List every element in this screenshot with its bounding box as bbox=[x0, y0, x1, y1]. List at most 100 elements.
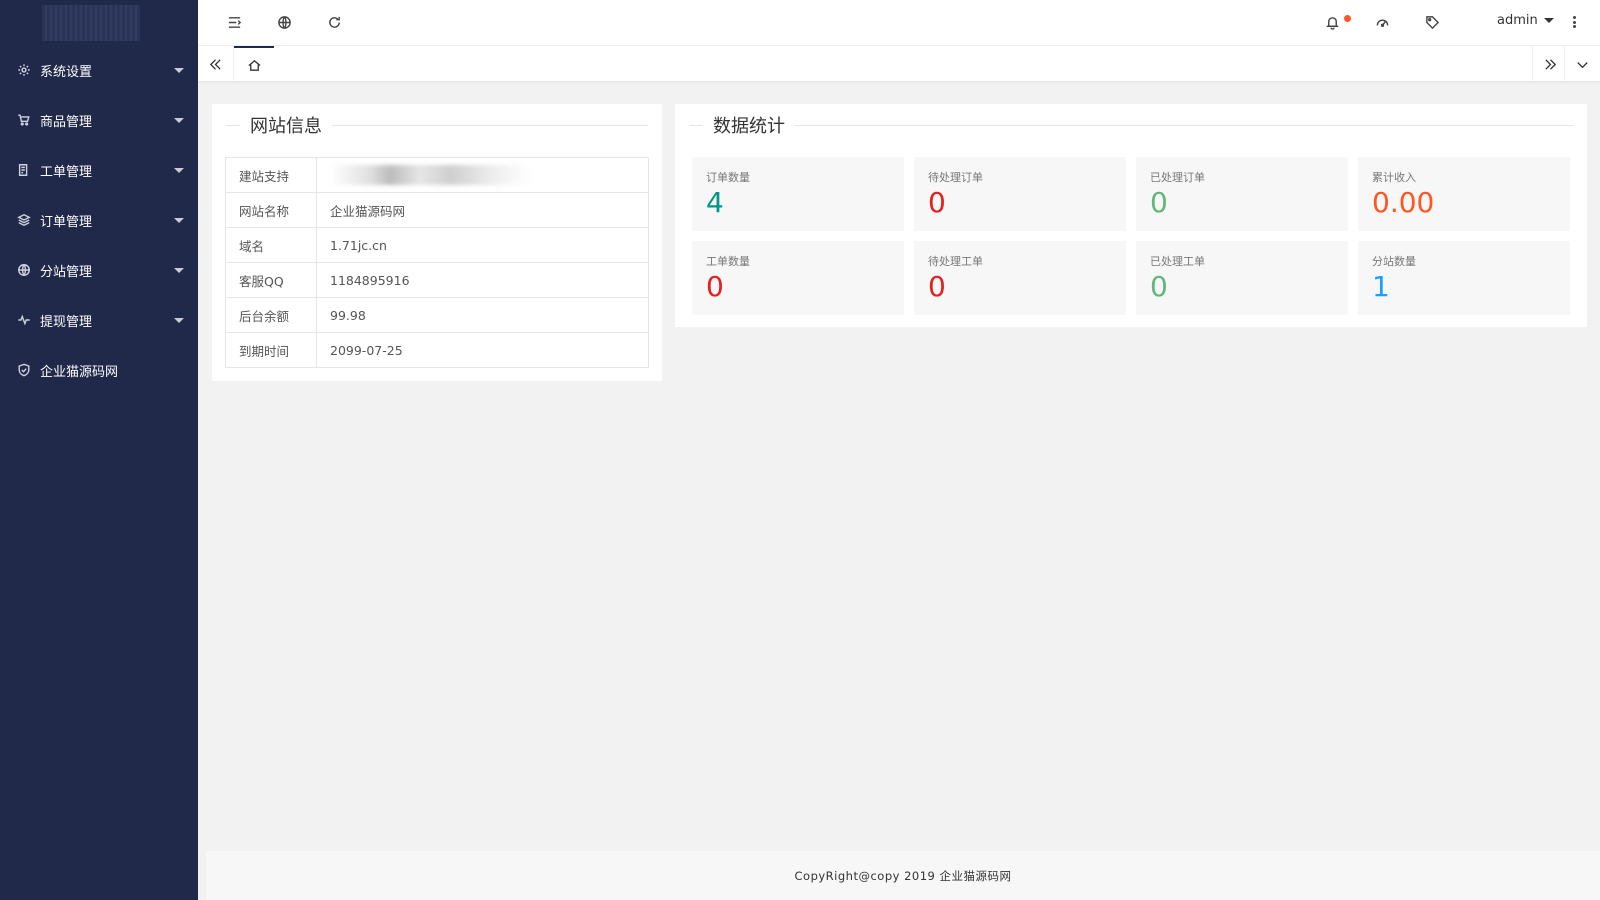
stat-value: 0 bbox=[928, 270, 946, 303]
footer-copyright: CopyRight@copy 2019 企业猫源码网 bbox=[794, 868, 1012, 883]
menu-toggle-icon[interactable] bbox=[226, 14, 243, 31]
stat-value: 0 bbox=[928, 186, 946, 219]
user-menu[interactable]: admin bbox=[1497, 13, 1554, 28]
tab-bar bbox=[198, 45, 1600, 82]
sidebar-item-4[interactable]: 订单管理 bbox=[0, 195, 198, 245]
info-key: 建站支持 bbox=[225, 157, 317, 193]
tag-icon[interactable] bbox=[1424, 14, 1441, 31]
caret-down-icon bbox=[174, 168, 184, 173]
caret-down-icon bbox=[174, 118, 184, 123]
info-value: 2099-07-25 bbox=[316, 332, 649, 368]
more-vertical-icon[interactable] bbox=[1570, 14, 1578, 30]
stat-label: 待处理订单 bbox=[928, 171, 983, 184]
info-value: 1.71jc.cn bbox=[316, 227, 649, 263]
table-row: 到期时间 2099-07-25 bbox=[225, 332, 649, 368]
stat-card: 待处理订单 0 bbox=[914, 157, 1126, 231]
sidebar-item-label: 分站管理 bbox=[40, 264, 93, 280]
sidebar-item-label: 商品管理 bbox=[40, 114, 93, 130]
globe-icon[interactable] bbox=[276, 14, 293, 31]
globe-icon bbox=[17, 263, 31, 277]
scroll-right-icon[interactable] bbox=[1532, 46, 1568, 82]
stat-label: 已处理订单 bbox=[1150, 171, 1205, 184]
stat-card: 工单数量 0 bbox=[692, 241, 904, 315]
caret-down-icon bbox=[174, 68, 184, 73]
table-row: 域名 1.71jc.cn bbox=[225, 227, 649, 263]
footer: CopyRight@copy 2019 企业猫源码网 bbox=[206, 851, 1600, 900]
tab-home[interactable] bbox=[234, 46, 274, 82]
info-key: 后台余额 bbox=[225, 297, 317, 333]
stat-card: 分站数量 1 bbox=[1358, 241, 1570, 315]
logo[interactable] bbox=[0, 0, 198, 45]
stat-card: 已处理订单 0 bbox=[1136, 157, 1348, 231]
stat-label: 分站数量 bbox=[1372, 255, 1416, 268]
sidebar-item-5[interactable]: 分站管理 bbox=[0, 245, 198, 295]
stat-label: 已处理工单 bbox=[1150, 255, 1205, 268]
stat-value: 0.00 bbox=[1372, 186, 1435, 219]
sidebar-nav: 系统设置商品管理工单管理订单管理分站管理提现管理企业猫源码网 bbox=[0, 45, 198, 395]
stat-value: 4 bbox=[706, 186, 724, 219]
stat-label: 待处理工单 bbox=[928, 255, 983, 268]
stat-label: 累计收入 bbox=[1372, 171, 1416, 184]
stat-card: 订单数量 4 bbox=[692, 157, 904, 231]
info-key: 网站名称 bbox=[225, 192, 317, 228]
sidebar-item-label: 企业猫源码网 bbox=[40, 364, 119, 380]
user-name: admin bbox=[1497, 13, 1538, 28]
info-key: 客服QQ bbox=[225, 262, 317, 298]
stat-card: 待处理工单 0 bbox=[914, 241, 1126, 315]
stats-grid: 订单数量 4 待处理订单 0 已处理订单 0 累计收入 0.00 工单数量 0 待处理工单 0 已处理工… bbox=[692, 157, 1570, 315]
scroll-left-icon[interactable] bbox=[198, 46, 234, 82]
home-icon bbox=[247, 59, 261, 71]
caret-down-icon bbox=[174, 268, 184, 273]
top-header: admin bbox=[198, 0, 1600, 45]
cart-icon bbox=[17, 113, 31, 127]
sidebar-item-2[interactable]: 商品管理 bbox=[0, 95, 198, 145]
info-value: 1184895916 bbox=[316, 262, 649, 298]
stat-card: 累计收入 0.00 bbox=[1358, 157, 1570, 231]
info-value: 99.98 bbox=[316, 297, 649, 333]
info-key: 域名 bbox=[225, 227, 317, 263]
stat-value: 0 bbox=[1150, 270, 1168, 303]
table-row: 网站名称 企业猫源码网 bbox=[225, 192, 649, 228]
tab-options-chevron-icon[interactable] bbox=[1564, 46, 1600, 82]
stats-title: 数据统计 bbox=[713, 116, 785, 137]
caret-down-icon bbox=[174, 218, 184, 223]
stats-panel: 数据统计 订单数量 4 待处理订单 0 已处理订单 0 累计收入 0.00 工单数量 0 待处理工单… bbox=[675, 104, 1587, 327]
sidebar-item-label: 工单管理 bbox=[40, 164, 93, 180]
info-value-blurred bbox=[316, 157, 649, 193]
sidebar-item-label: 提现管理 bbox=[40, 314, 93, 330]
site-info-title: 网站信息 bbox=[250, 116, 322, 137]
site-info-header: 网站信息 bbox=[226, 114, 648, 137]
stat-card: 已处理工单 0 bbox=[1136, 241, 1348, 315]
blurred-content bbox=[330, 165, 530, 185]
notification-dot bbox=[1344, 15, 1351, 22]
info-key: 到期时间 bbox=[225, 332, 317, 368]
sidebar-item-6[interactable]: 提现管理 bbox=[0, 295, 198, 345]
caret-down-icon bbox=[174, 318, 184, 323]
sidebar-item-1[interactable]: 系统设置 bbox=[0, 45, 198, 95]
stat-value: 0 bbox=[1150, 186, 1168, 219]
logo-image bbox=[42, 4, 140, 41]
table-row: 客服QQ 1184895916 bbox=[225, 262, 649, 298]
sidebar-item-label: 订单管理 bbox=[40, 214, 93, 230]
pulse-icon bbox=[17, 313, 31, 327]
dashboard-icon[interactable] bbox=[1374, 14, 1391, 31]
site-info-panel: 网站信息 建站支持 网站名称 企业猫源码网 域名 1.71jc.cn 客服QQ 118489… bbox=[212, 104, 662, 381]
stat-label: 工单数量 bbox=[706, 255, 750, 268]
refresh-icon[interactable] bbox=[326, 14, 343, 31]
stat-value: 0 bbox=[706, 270, 724, 303]
gear-icon bbox=[17, 63, 31, 77]
shield-icon bbox=[17, 363, 31, 377]
stat-label: 订单数量 bbox=[706, 171, 750, 184]
bell-icon[interactable] bbox=[1324, 14, 1341, 31]
sidebar-item-7[interactable]: 企业猫源码网 bbox=[0, 345, 198, 395]
stats-header: 数据统计 bbox=[689, 114, 1573, 137]
layers-icon bbox=[17, 213, 31, 227]
sidebar-item-3[interactable]: 工单管理 bbox=[0, 145, 198, 195]
site-info-table: 建站支持 网站名称 企业猫源码网 域名 1.71jc.cn 客服QQ 1184895916 后… bbox=[225, 157, 649, 368]
ticket-icon bbox=[17, 163, 31, 177]
sidebar-item-label: 系统设置 bbox=[40, 64, 93, 80]
table-row: 建站支持 bbox=[225, 157, 649, 193]
chevron-down-icon bbox=[1543, 18, 1554, 23]
table-row: 后台余额 99.98 bbox=[225, 297, 649, 333]
stat-value: 1 bbox=[1372, 270, 1390, 303]
